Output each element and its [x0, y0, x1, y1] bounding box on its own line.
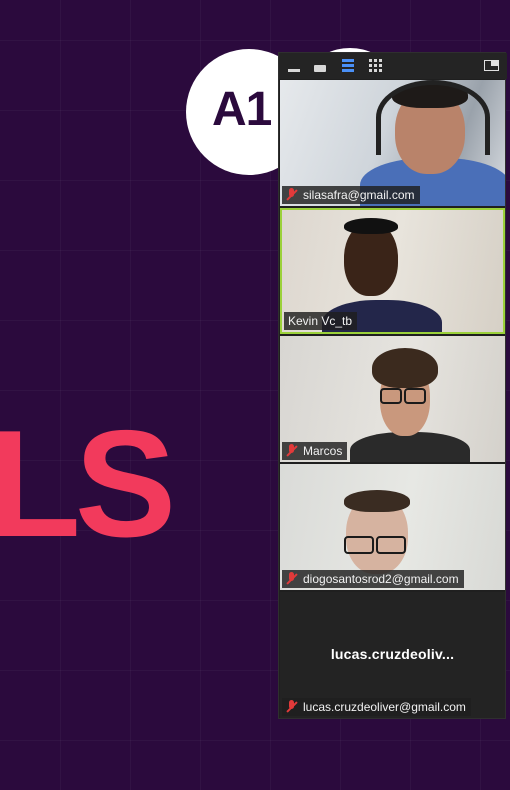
participant-tile[interactable]: Marcos: [280, 336, 505, 462]
participant-display-name: lucas.cruzdeoliv...: [330, 646, 455, 662]
participant-tile-no-video[interactable]: lucas.cruzdeoliv... lucas.cruzdeoliver@g…: [280, 592, 505, 718]
participant-tile-active[interactable]: Kevin Vc_tb: [280, 208, 505, 334]
muted-mic-icon: [286, 188, 298, 202]
slide-badge-text: A1: [212, 83, 272, 136]
participant-name: Marcos: [303, 444, 343, 458]
muted-mic-icon: [286, 444, 298, 458]
muted-mic-icon: [286, 700, 298, 714]
participant-name: Kevin Vc_tb: [288, 314, 353, 328]
participant-name-tag: Marcos: [282, 442, 348, 460]
picture-in-picture-icon[interactable]: [483, 57, 501, 75]
participant-name: diogosantosrod2@gmail.com: [303, 572, 459, 586]
participant-name-tag: Kevin Vc_tb: [284, 312, 358, 330]
minimize-icon[interactable]: [285, 57, 303, 75]
participant-name-tag: diogosantosrod2@gmail.com: [282, 570, 464, 588]
participant-name-tag: silasafra@gmail.com: [282, 186, 420, 204]
participant-name: silasafra@gmail.com: [303, 188, 415, 202]
video-panel: silasafra@gmail.com Kevin Vc_tb Marcos d…: [278, 52, 507, 719]
gallery-view-icon[interactable]: [367, 57, 385, 75]
view-toolbar: [279, 53, 507, 79]
single-view-icon[interactable]: [311, 57, 329, 75]
participant-tile[interactable]: silasafra@gmail.com: [280, 80, 505, 206]
slide-headline-text: LS: [0, 399, 176, 569]
strip-view-icon[interactable]: [339, 57, 357, 75]
participant-tile[interactable]: diogosantosrod2@gmail.com: [280, 464, 505, 590]
headset: [376, 80, 490, 155]
muted-mic-icon: [286, 572, 298, 586]
participant-name-tag: lucas.cruzdeoliver@gmail.com: [282, 698, 471, 716]
participant-name: lucas.cruzdeoliver@gmail.com: [303, 700, 466, 714]
